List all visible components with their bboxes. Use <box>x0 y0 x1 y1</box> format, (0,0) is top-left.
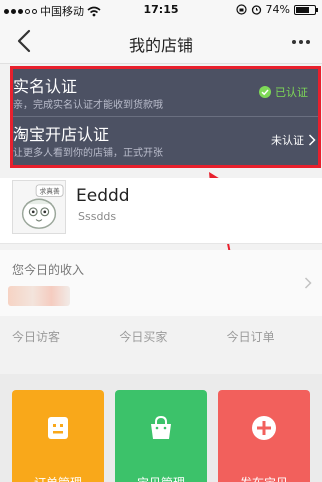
chevron-right-icon <box>304 277 312 289</box>
bag-icon <box>151 415 171 439</box>
verification-title: 淘宝开店认证 <box>13 125 110 144</box>
action-label: 发布宝贝 <box>218 474 310 482</box>
income-label: 您今日的收入 <box>12 263 85 277</box>
taobao-store-verification-row[interactable]: 淘宝开店认证 让更多人看到你的店铺，正式开张 未认证 <box>13 117 318 165</box>
order-management-button[interactable]: 订单管理 <box>12 390 104 482</box>
stat-label: 今日订单 <box>226 330 275 344</box>
store-subtitle: Sssdds <box>78 210 117 223</box>
unverified-label: 未认证 <box>271 134 304 147</box>
action-tiles: 订单管理 宝贝管理 发布宝贝 <box>0 374 322 482</box>
check-circle-icon <box>259 86 271 98</box>
income-value-blurred <box>8 286 70 306</box>
store-card[interactable]: 求真善 Eeddd Sssdds <box>0 178 322 244</box>
verification-desc: 亲，完成实名认证才能收到货款哦 <box>13 100 163 111</box>
real-name-verification-row[interactable]: 实名认证 亲，完成实名认证才能收到货款哦 已认证 <box>13 69 318 117</box>
unverified-status: 未认证 <box>271 132 316 148</box>
store-logo-badge: 求真善 <box>39 187 59 196</box>
stat-orders[interactable]: 今日订单 <box>215 318 322 358</box>
verification-desc: 让更多人看到你的店铺，正式开张 <box>13 148 163 159</box>
battery-icon <box>294 4 318 15</box>
product-management-button[interactable]: 宝贝管理 <box>115 390 207 482</box>
alarm-icon <box>251 5 261 15</box>
battery-percent: 74% <box>265 3 290 16</box>
plus-icon <box>252 416 276 440</box>
action-label: 宝贝管理 <box>115 474 207 482</box>
verified-status: 已认证 <box>259 84 308 100</box>
store-logo: 求真善 <box>12 180 66 234</box>
stat-label: 今日买家 <box>119 330 168 344</box>
more-options-icon[interactable] <box>288 32 314 52</box>
page-title: 我的店铺 <box>128 36 193 55</box>
chevron-right-icon <box>308 134 316 146</box>
stat-buyers[interactable]: 今日买家 <box>107 318 214 358</box>
rotation-lock-icon <box>235 4 247 15</box>
status-bar: 中国移动 17:15 74% <box>0 0 322 20</box>
store-name: Eeddd <box>76 186 130 206</box>
stat-visitors[interactable]: 今日访客 <box>0 318 107 358</box>
status-right: 74% <box>235 3 318 16</box>
today-stats: 今日访客 今日买家 今日订单 <box>0 318 322 358</box>
order-icon <box>48 417 68 439</box>
today-income-row[interactable]: 您今日的收入 <box>0 250 322 316</box>
verified-label: 已认证 <box>275 86 308 99</box>
verification-panel: 实名认证 亲，完成实名认证才能收到货款哦 已认证 淘宝开店认证 让更多人看到你的… <box>10 66 321 168</box>
nav-bar: 我的店铺 <box>0 20 322 64</box>
stat-label: 今日访客 <box>12 330 61 344</box>
publish-product-button[interactable]: 发布宝贝 <box>218 390 310 482</box>
verification-title: 实名认证 <box>13 77 78 96</box>
action-label: 订单管理 <box>12 474 104 482</box>
